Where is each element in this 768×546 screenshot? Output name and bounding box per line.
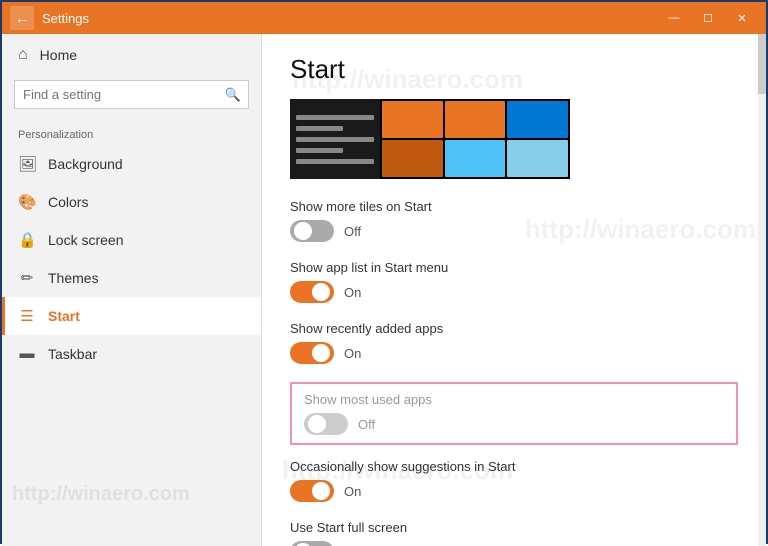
toggle-row-show-suggestions: On <box>290 480 738 502</box>
toggle-show-app-list[interactable] <box>290 281 334 303</box>
toggle-knob-show-more-tiles <box>294 222 312 240</box>
toggle-row-show-more-tiles: Off <box>290 220 738 242</box>
sidebar-item-lock-screen[interactable]: 🔒 Lock screen <box>2 221 261 259</box>
toggle-state-show-app-list: On <box>344 285 361 300</box>
setting-label-show-recently-added: Show recently added apps <box>290 321 738 336</box>
sidebar-item-label-colors: Colors <box>48 194 88 210</box>
toggle-row-show-app-list: On <box>290 281 738 303</box>
search-icon: 🔍 <box>225 87 241 103</box>
sidebar-item-label-background: Background <box>48 156 123 172</box>
home-icon: ⌂ <box>18 46 28 64</box>
setting-show-recently-added: Show recently added apps On <box>290 321 738 364</box>
sidebar-item-label-taskbar: Taskbar <box>48 346 97 362</box>
start-preview <box>290 99 570 179</box>
toggle-show-most-used[interactable] <box>304 413 348 435</box>
tile-4 <box>382 140 443 177</box>
toggle-row-show-recently-added: On <box>290 342 738 364</box>
setting-label-show-more-tiles: Show more tiles on Start <box>290 199 738 214</box>
window-controls: — ☐ ✕ <box>658 2 758 34</box>
preview-line-5 <box>296 159 374 164</box>
toggle-state-show-recently-added: On <box>344 346 361 361</box>
start-icon: ☰ <box>18 307 36 325</box>
sidebar-home-label: Home <box>40 47 77 63</box>
toggle-state-show-most-used: Off <box>358 417 375 432</box>
setting-show-more-tiles: Show more tiles on Start Off <box>290 199 738 242</box>
tile-6 <box>507 140 568 177</box>
setting-show-suggestions: Occasionally show suggestions in Start O… <box>290 459 738 502</box>
tile-3 <box>507 101 568 138</box>
preview-left-panel <box>290 99 380 179</box>
toggle-state-show-suggestions: On <box>344 484 361 499</box>
setting-use-full-screen: Use Start full screen Off <box>290 520 738 546</box>
themes-icon: ✏ <box>18 269 36 287</box>
sidebar-item-home[interactable]: ⌂ Home <box>2 34 261 76</box>
setting-label-show-suggestions: Occasionally show suggestions in Start <box>290 459 738 474</box>
toggle-knob-show-suggestions <box>312 482 330 500</box>
lock-icon: 🔒 <box>18 231 36 249</box>
preview-line-1 <box>296 115 374 120</box>
page-title: Start <box>290 54 738 85</box>
watermark-sidebar: http://winaero.com <box>12 483 190 506</box>
app-body: ⌂ Home 🔍 Personalization 🖼 Background 🎨 … <box>2 34 766 546</box>
toggle-knob-show-most-used <box>308 415 326 433</box>
tile-1 <box>382 101 443 138</box>
toggle-state-show-more-tiles: Off <box>344 224 361 239</box>
sidebar-item-label-themes: Themes <box>48 270 99 286</box>
scrollbar-thumb[interactable] <box>758 34 766 94</box>
background-icon: 🖼 <box>18 155 36 173</box>
close-button[interactable]: ✕ <box>726 2 758 34</box>
toggle-show-more-tiles[interactable] <box>290 220 334 242</box>
toggle-show-suggestions[interactable] <box>290 480 334 502</box>
toggle-knob-show-app-list <box>312 283 330 301</box>
setting-label-use-full-screen: Use Start full screen <box>290 520 738 535</box>
back-button[interactable]: ← <box>10 6 34 30</box>
preview-line-3 <box>296 137 374 142</box>
sidebar-item-themes[interactable]: ✏ Themes <box>2 259 261 297</box>
search-box: 🔍 <box>14 80 249 109</box>
tile-5 <box>445 140 506 177</box>
scrollbar-track <box>758 34 766 546</box>
setting-show-app-list: Show app list in Start menu On <box>290 260 738 303</box>
preview-tiles <box>380 99 570 179</box>
sidebar-item-label-lock-screen: Lock screen <box>48 232 123 248</box>
preview-line-4 <box>296 148 343 153</box>
tile-2 <box>445 101 506 138</box>
sidebar-item-start[interactable]: ☰ Start <box>2 297 261 335</box>
setting-show-most-used: Show most used apps Off <box>290 382 738 445</box>
sidebar-section-label: Personalization <box>2 121 261 145</box>
setting-label-show-app-list: Show app list in Start menu <box>290 260 738 275</box>
setting-label-show-most-used: Show most used apps <box>304 392 724 407</box>
sidebar-item-taskbar[interactable]: ▬ Taskbar <box>2 335 261 372</box>
toggle-knob-show-recently-added <box>312 344 330 362</box>
titlebar: ← Settings — ☐ ✕ <box>2 2 766 34</box>
sidebar-item-colors[interactable]: 🎨 Colors <box>2 183 261 221</box>
toggle-row-show-most-used: Off <box>304 413 724 435</box>
minimize-button[interactable]: — <box>658 2 690 34</box>
window-title: Settings <box>42 11 658 26</box>
sidebar: ⌂ Home 🔍 Personalization 🖼 Background 🎨 … <box>2 34 262 546</box>
maximize-button[interactable]: ☐ <box>692 2 724 34</box>
search-input[interactable] <box>14 80 249 109</box>
preview-line-2 <box>296 126 343 131</box>
sidebar-item-label-start: Start <box>48 308 80 324</box>
colors-icon: 🎨 <box>18 193 36 211</box>
taskbar-icon: ▬ <box>18 345 36 362</box>
main-content: http://winaero.com http://winaero.com ht… <box>262 34 766 546</box>
toggle-show-recently-added[interactable] <box>290 342 334 364</box>
sidebar-item-background[interactable]: 🖼 Background <box>2 145 261 183</box>
